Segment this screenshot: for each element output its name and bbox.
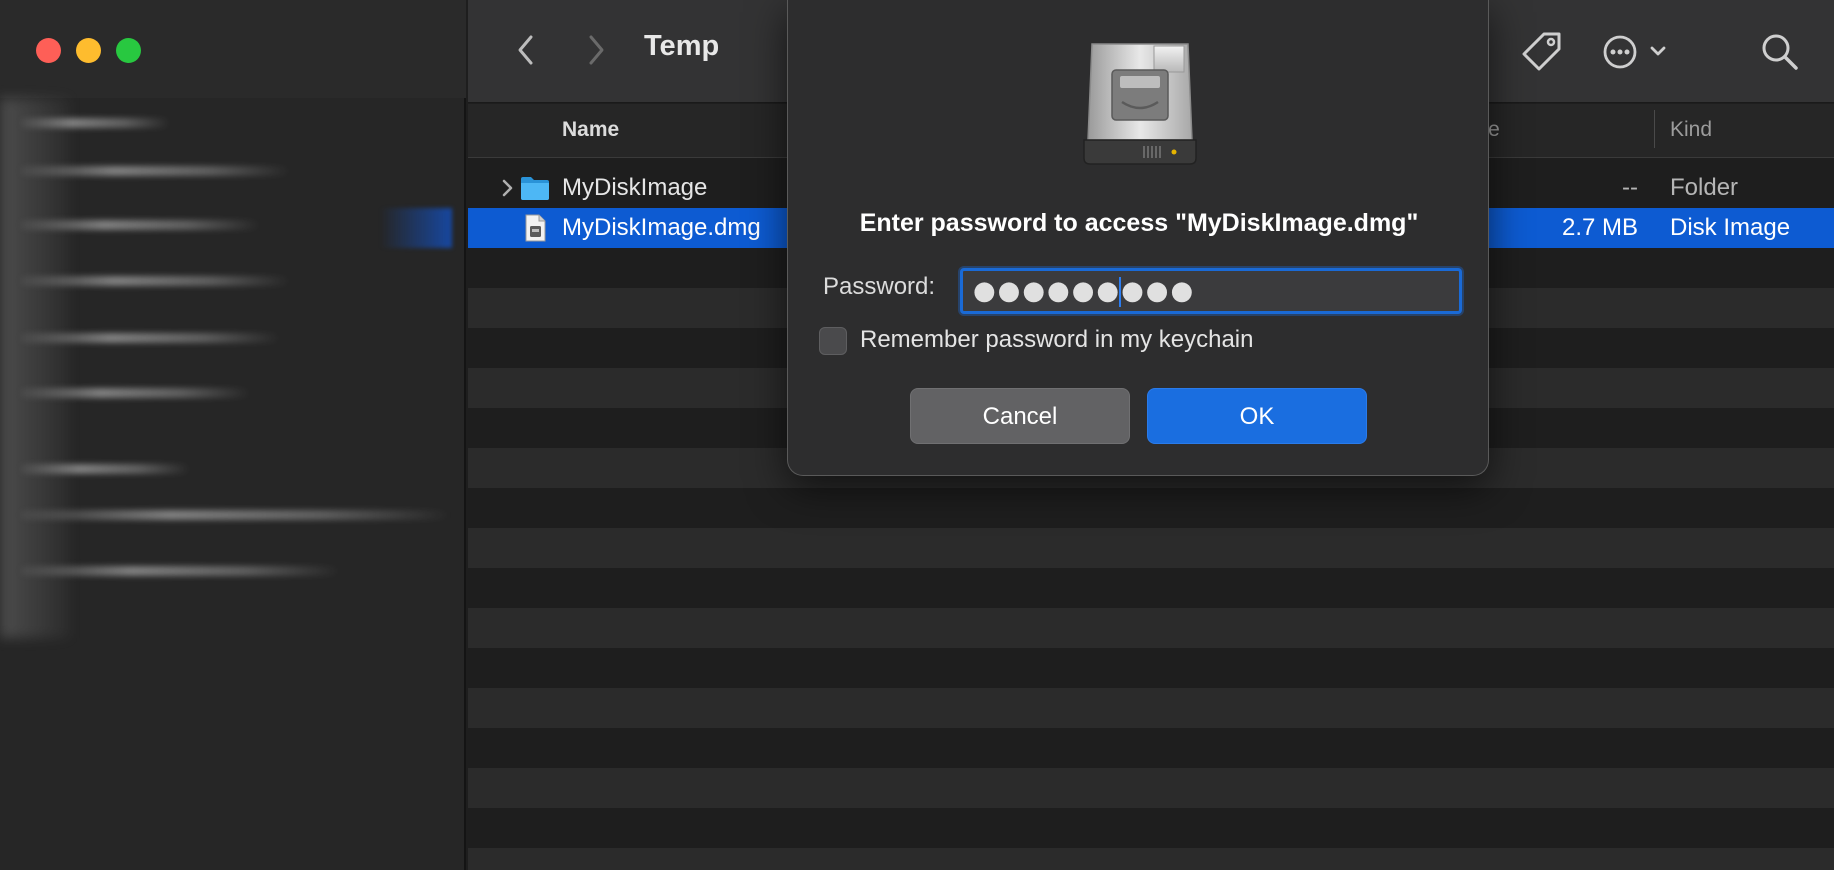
remember-password-checkbox[interactable] xyxy=(819,327,847,355)
back-button[interactable] xyxy=(508,30,544,70)
tag-icon xyxy=(1522,32,1561,71)
search-button[interactable] xyxy=(1756,28,1804,76)
titlebar-left xyxy=(0,0,466,98)
minimize-window-button[interactable] xyxy=(76,38,101,63)
magnifier-icon xyxy=(1762,34,1798,70)
password-masked-value: ●●●●●●●●● xyxy=(973,276,1196,306)
file-size: -- xyxy=(1622,174,1638,201)
disk-image-file-icon xyxy=(525,214,546,242)
tag-button[interactable] xyxy=(1518,28,1566,76)
cancel-button[interactable]: Cancel xyxy=(910,388,1130,444)
password-dialog: Enter password to access "MyDiskImage.dm… xyxy=(787,0,1489,476)
file-kind: Folder xyxy=(1670,174,1739,201)
file-name: MyDiskImage xyxy=(562,174,708,201)
disclosure-triangle-icon[interactable] xyxy=(498,176,518,200)
password-input[interactable]: ●●●●●●●●● xyxy=(960,268,1462,314)
folder-icon xyxy=(521,177,549,200)
more-actions-button[interactable] xyxy=(1598,28,1678,76)
ellipsis-circle-icon xyxy=(1603,35,1666,69)
sidebar-selection-highlight xyxy=(380,208,452,248)
forward-button[interactable] xyxy=(578,30,614,70)
zoom-window-button[interactable] xyxy=(116,38,141,63)
sidebar-redacted-items xyxy=(0,98,452,638)
sidebar xyxy=(0,0,466,870)
chevron-left-icon xyxy=(518,35,533,65)
column-kind-header[interactable]: Kind xyxy=(1670,118,1712,142)
dialog-message: Enter password to access "MyDiskImage.dm… xyxy=(859,209,1419,237)
ok-button[interactable]: OK xyxy=(1147,388,1367,444)
column-divider[interactable] xyxy=(1654,110,1655,148)
chevron-right-icon xyxy=(589,35,604,65)
text-caret xyxy=(1119,277,1121,307)
column-name-header[interactable]: Name xyxy=(562,118,619,142)
window-title: Temp xyxy=(644,30,720,62)
password-label: Password: xyxy=(823,273,936,300)
close-window-button[interactable] xyxy=(36,38,61,63)
file-kind: Disk Image xyxy=(1670,214,1791,241)
file-name: MyDiskImage.dmg xyxy=(562,214,761,241)
remember-password-label[interactable]: Remember password in my keychain xyxy=(860,326,1253,354)
hard-drive-icon xyxy=(1083,43,1197,165)
file-size: 2.7 MB xyxy=(1561,214,1638,241)
